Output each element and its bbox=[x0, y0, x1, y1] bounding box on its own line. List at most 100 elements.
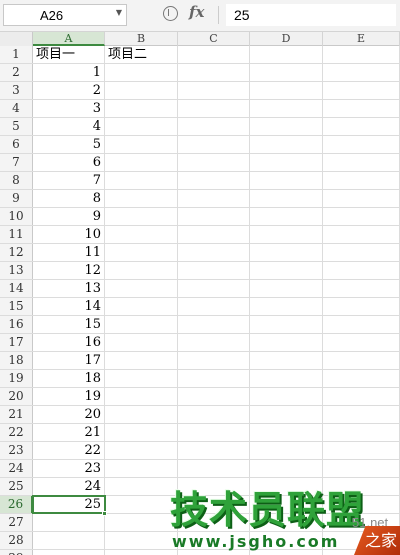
row-header[interactable]: 5 bbox=[0, 118, 33, 135]
cell-b24[interactable] bbox=[105, 460, 178, 477]
cell-d21[interactable] bbox=[250, 406, 323, 423]
cell-b4[interactable] bbox=[105, 100, 178, 117]
cell-b15[interactable] bbox=[105, 298, 178, 315]
cell-d3[interactable] bbox=[250, 82, 323, 99]
cell-e13[interactable] bbox=[323, 262, 400, 279]
cell-d24[interactable] bbox=[250, 460, 323, 477]
cell-a9[interactable]: 8 bbox=[33, 190, 105, 207]
cell-d19[interactable] bbox=[250, 370, 323, 387]
cell-c11[interactable] bbox=[178, 226, 250, 243]
cell-a4[interactable]: 3 bbox=[33, 100, 105, 117]
row-header[interactable]: 8 bbox=[0, 172, 33, 189]
cell-a1[interactable]: 项目一 bbox=[33, 46, 105, 63]
formula-input[interactable]: 25 bbox=[226, 4, 396, 26]
cell-c4[interactable] bbox=[178, 100, 250, 117]
row-header[interactable]: 9 bbox=[0, 190, 33, 207]
cell-b18[interactable] bbox=[105, 352, 178, 369]
cell-e11[interactable] bbox=[323, 226, 400, 243]
cell-e3[interactable] bbox=[323, 82, 400, 99]
cell-a7[interactable]: 6 bbox=[33, 154, 105, 171]
cell-c19[interactable] bbox=[178, 370, 250, 387]
cell-a23[interactable]: 22 bbox=[33, 442, 105, 459]
cell-b13[interactable] bbox=[105, 262, 178, 279]
cell-e1[interactable] bbox=[323, 46, 400, 63]
row-header[interactable]: 17 bbox=[0, 334, 33, 351]
cell-e21[interactable] bbox=[323, 406, 400, 423]
cell-d9[interactable] bbox=[250, 190, 323, 207]
cell-d10[interactable] bbox=[250, 208, 323, 225]
cell-b9[interactable] bbox=[105, 190, 178, 207]
cell-e12[interactable] bbox=[323, 244, 400, 261]
row-header[interactable]: 2 bbox=[0, 64, 33, 81]
cell-a18[interactable]: 17 bbox=[33, 352, 105, 369]
cell-c15[interactable] bbox=[178, 298, 250, 315]
cell-e2[interactable] bbox=[323, 64, 400, 81]
cell-a11[interactable]: 10 bbox=[33, 226, 105, 243]
cell-c9[interactable] bbox=[178, 190, 250, 207]
select-all-corner[interactable] bbox=[0, 32, 33, 46]
row-header[interactable]: 23 bbox=[0, 442, 33, 459]
cell-c2[interactable] bbox=[178, 64, 250, 81]
row-header[interactable]: 19 bbox=[0, 370, 33, 387]
cell-b6[interactable] bbox=[105, 136, 178, 153]
cell-e22[interactable] bbox=[323, 424, 400, 441]
cell-b12[interactable] bbox=[105, 244, 178, 261]
cell-a24[interactable]: 23 bbox=[33, 460, 105, 477]
cell-a3[interactable]: 2 bbox=[33, 82, 105, 99]
cell-d16[interactable] bbox=[250, 316, 323, 333]
row-header[interactable]: 28 bbox=[0, 532, 33, 549]
row-header[interactable]: 29 bbox=[0, 550, 33, 555]
cell-c5[interactable] bbox=[178, 118, 250, 135]
cell-a20[interactable]: 19 bbox=[33, 388, 105, 405]
cell-c13[interactable] bbox=[178, 262, 250, 279]
cell-d7[interactable] bbox=[250, 154, 323, 171]
cell-d1[interactable] bbox=[250, 46, 323, 63]
cell-b22[interactable] bbox=[105, 424, 178, 441]
column-header-d[interactable]: D bbox=[250, 32, 323, 46]
cell-a14[interactable]: 13 bbox=[33, 280, 105, 297]
cell-c22[interactable] bbox=[178, 424, 250, 441]
cell-c24[interactable] bbox=[178, 460, 250, 477]
cell-c21[interactable] bbox=[178, 406, 250, 423]
cell-a29[interactable] bbox=[33, 550, 105, 555]
cell-d6[interactable] bbox=[250, 136, 323, 153]
cell-a17[interactable]: 16 bbox=[33, 334, 105, 351]
cell-b3[interactable] bbox=[105, 82, 178, 99]
row-header[interactable]: 4 bbox=[0, 100, 33, 117]
cell-d8[interactable] bbox=[250, 172, 323, 189]
row-header[interactable]: 13 bbox=[0, 262, 33, 279]
cell-e14[interactable] bbox=[323, 280, 400, 297]
cell-c8[interactable] bbox=[178, 172, 250, 189]
cell-a16[interactable]: 15 bbox=[33, 316, 105, 333]
row-header[interactable]: 27 bbox=[0, 514, 33, 531]
cell-d22[interactable] bbox=[250, 424, 323, 441]
cell-b14[interactable] bbox=[105, 280, 178, 297]
cell-b8[interactable] bbox=[105, 172, 178, 189]
zoom-icon[interactable] bbox=[163, 6, 178, 21]
cell-e6[interactable] bbox=[323, 136, 400, 153]
column-header-e[interactable]: E bbox=[323, 32, 400, 46]
cell-a5[interactable]: 4 bbox=[33, 118, 105, 135]
cell-e18[interactable] bbox=[323, 352, 400, 369]
cell-a15[interactable]: 14 bbox=[33, 298, 105, 315]
cell-d18[interactable] bbox=[250, 352, 323, 369]
cell-e7[interactable] bbox=[323, 154, 400, 171]
cell-e17[interactable] bbox=[323, 334, 400, 351]
cell-c17[interactable] bbox=[178, 334, 250, 351]
row-header[interactable]: 21 bbox=[0, 406, 33, 423]
cell-c14[interactable] bbox=[178, 280, 250, 297]
row-header[interactable]: 6 bbox=[0, 136, 33, 153]
cell-b5[interactable] bbox=[105, 118, 178, 135]
cell-a12[interactable]: 11 bbox=[33, 244, 105, 261]
cell-e8[interactable] bbox=[323, 172, 400, 189]
cell-a27[interactable] bbox=[33, 514, 105, 531]
row-header[interactable]: 7 bbox=[0, 154, 33, 171]
column-header-c[interactable]: C bbox=[178, 32, 250, 46]
cell-c23[interactable] bbox=[178, 442, 250, 459]
cell-a2[interactable]: 1 bbox=[33, 64, 105, 81]
row-header[interactable]: 20 bbox=[0, 388, 33, 405]
row-header[interactable]: 22 bbox=[0, 424, 33, 441]
cell-c6[interactable] bbox=[178, 136, 250, 153]
cell-b7[interactable] bbox=[105, 154, 178, 171]
row-header[interactable]: 1 bbox=[0, 46, 33, 63]
